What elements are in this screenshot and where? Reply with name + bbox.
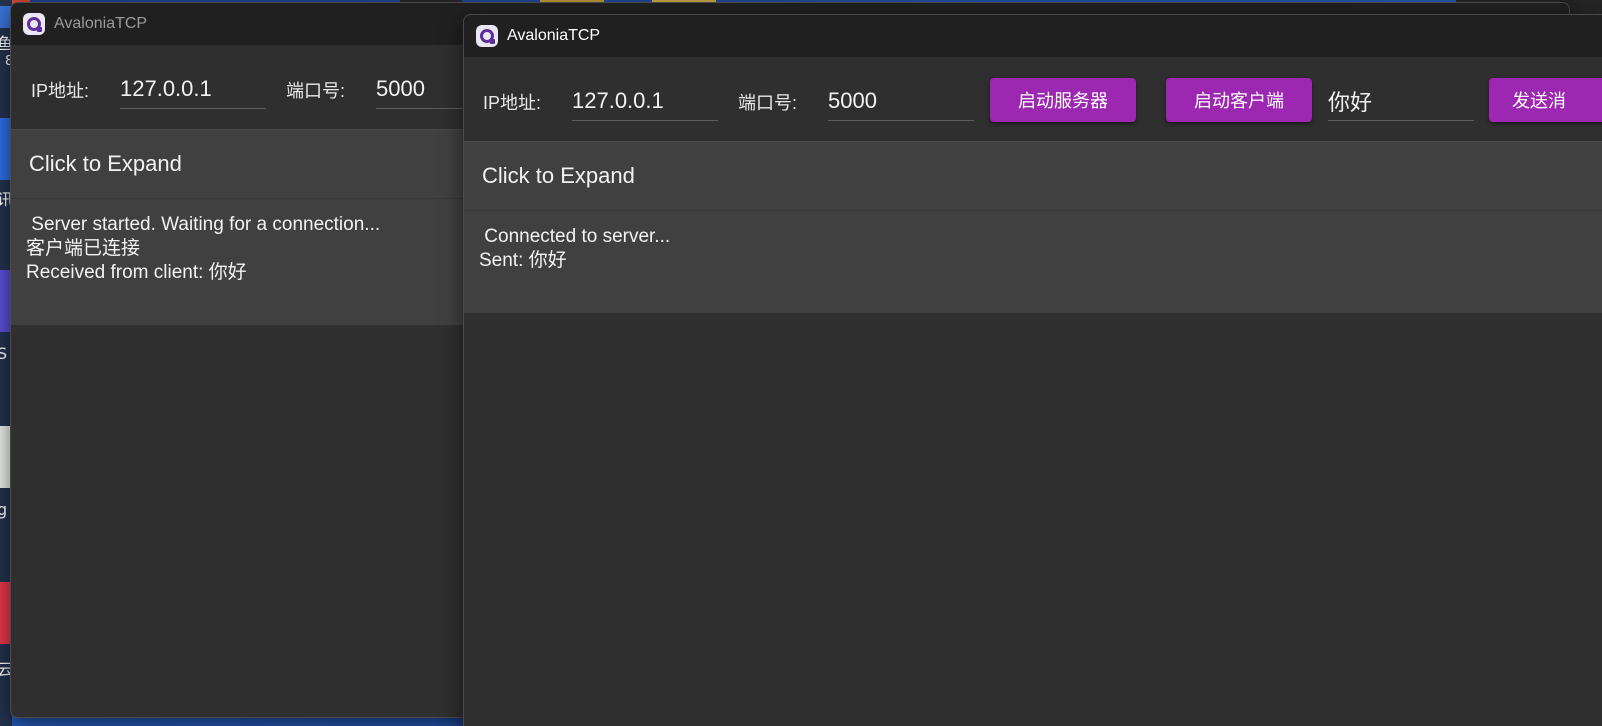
desktop-icon-label: g [0, 500, 8, 519]
message-input[interactable] [1328, 81, 1474, 121]
window-title: AvaloniaTCP [54, 15, 148, 32]
port-label: 端口号: [738, 93, 798, 113]
connection-toolbar: IP地址: 端口号: 启动服务器 启动客户端 发送消 [464, 57, 1602, 141]
expander-header-label: Click to Expand [482, 163, 635, 188]
avalonia-logo-icon [23, 13, 45, 35]
client-window: AvaloniaTCP IP地址: 端口号: 启动服务器 启动客户端 发送消 C… [463, 14, 1602, 726]
desktop-icon-label: S [0, 344, 8, 363]
expander-header[interactable]: Click to Expand [464, 142, 1602, 211]
log-line: Connected to server... [479, 226, 671, 247]
send-message-button[interactable]: 发送消 [1489, 78, 1602, 122]
port-label: 端口号: [286, 81, 346, 101]
ip-address-input[interactable] [572, 81, 718, 121]
ip-label: IP地址: [31, 81, 90, 101]
start-server-button[interactable]: 启动服务器 [990, 78, 1136, 122]
port-input[interactable] [828, 81, 974, 121]
log-output: Connected to server... Sent: 你好 [464, 211, 1602, 273]
ip-label: IP地址: [483, 93, 542, 113]
log-line: Sent: 你好 [479, 250, 567, 271]
window-title: AvaloniaTCP [507, 27, 601, 44]
log-expander: Click to Expand Connected to server... S… [464, 141, 1602, 313]
avalonia-logo-icon [476, 25, 498, 47]
expander-header-label: Click to Expand [29, 151, 182, 176]
start-client-button[interactable]: 启动客户端 [1166, 78, 1312, 122]
ip-address-input[interactable] [120, 69, 266, 109]
title-bar[interactable]: AvaloniaTCP [464, 15, 1602, 57]
